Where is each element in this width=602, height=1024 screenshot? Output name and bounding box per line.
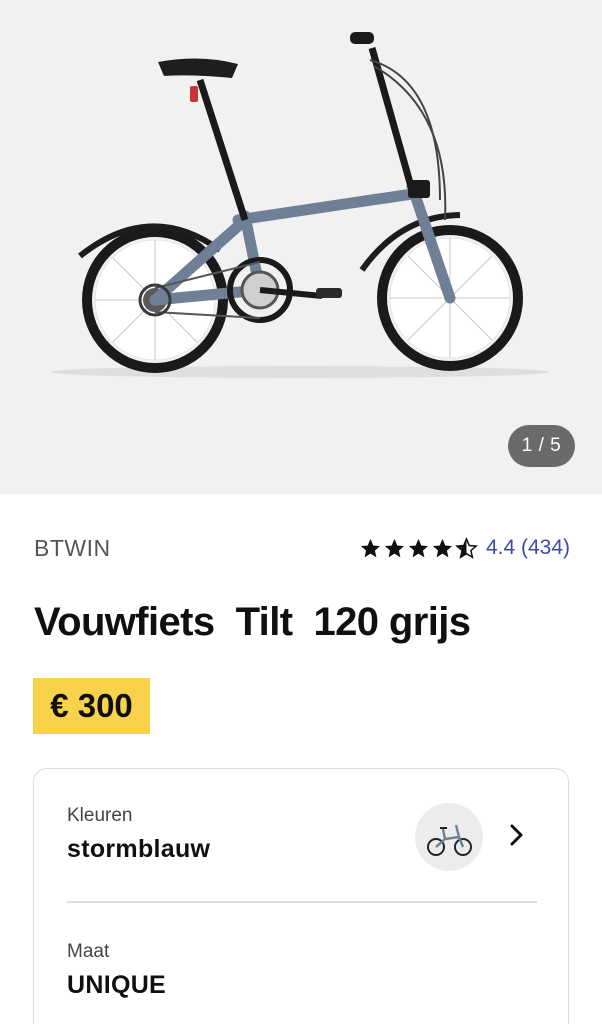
image-counter: 1 / 5 <box>508 425 575 467</box>
product-title: Vouwfiets Tilt 120 grijs <box>34 600 471 644</box>
options-divider <box>67 901 537 903</box>
product-options-card: Kleuren stormblauw Maat UNIQUE <box>33 768 569 1024</box>
chevron-right-icon[interactable] <box>505 821 529 849</box>
rating-stars <box>359 536 478 560</box>
color-option[interactable]: Kleuren stormblauw <box>67 805 210 864</box>
folding-bike-image <box>50 32 550 378</box>
color-option-label: Kleuren <box>67 805 133 826</box>
product-rating[interactable]: 4.4 (434) <box>359 536 570 560</box>
rating-score-reviews[interactable]: 4.4 (434) <box>486 536 570 560</box>
star-icon <box>384 538 405 557</box>
size-option[interactable]: Maat UNIQUE <box>67 941 166 1000</box>
brand-name[interactable]: BTWIN <box>34 535 111 562</box>
star-icon <box>360 538 381 557</box>
brand-rating-row: BTWIN 4.4 (434) <box>34 530 570 566</box>
color-option-value: stormblauw <box>67 835 211 863</box>
bike-thumbnail-icon <box>427 824 472 856</box>
star-icon <box>408 538 429 557</box>
star-half-icon <box>454 536 478 559</box>
star-icon <box>432 538 453 557</box>
product-price: € 300 <box>33 678 150 734</box>
product-image-gallery[interactable]: 1 / 5 <box>0 0 602 494</box>
size-option-label: Maat <box>67 941 110 962</box>
color-swatch-thumbnail[interactable] <box>415 803 483 871</box>
size-option-value: UNIQUE <box>67 971 167 999</box>
